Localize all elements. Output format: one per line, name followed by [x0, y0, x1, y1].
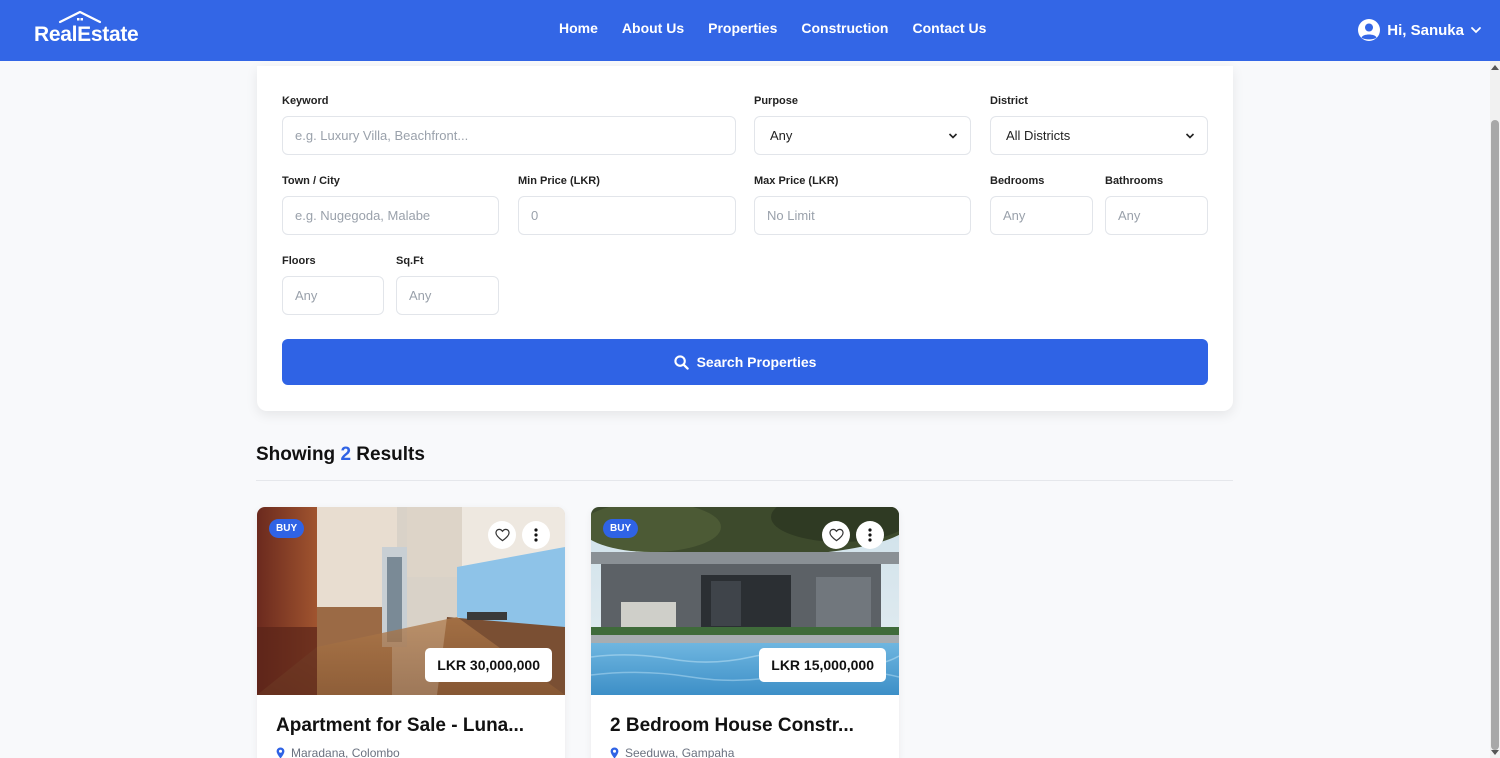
district-select[interactable]: All Districts — [990, 116, 1208, 155]
property-image-kitchen[interactable]: BUY LKR 30,000,000 — [257, 507, 565, 695]
results-divider — [256, 480, 1233, 481]
purpose-field: Purpose Any — [754, 95, 971, 155]
nav-link-properties[interactable]: Properties — [708, 20, 777, 36]
bathrooms-input[interactable]: Any — [1105, 196, 1208, 235]
brand-logo[interactable]: RealEstate — [34, 10, 144, 50]
user-menu[interactable]: Hi, Sanuka — [1357, 18, 1482, 42]
main-nav: Home About Us Properties Construction Co… — [559, 20, 986, 36]
max-price-label: Max Price (LKR) — [754, 175, 839, 187]
top-navbar: RealEstate Home About Us Properties Cons… — [0, 0, 1500, 61]
listing-type-badge: BUY — [603, 519, 639, 538]
purpose-select[interactable]: Any — [754, 116, 971, 155]
search-filter-panel: Keyword e.g. Luxury Villa, Beachfront...… — [257, 66, 1233, 411]
results-heading: Showing 2 Results — [256, 444, 425, 466]
nav-link-home[interactable]: Home — [559, 20, 598, 36]
district-value: All Districts — [1006, 128, 1071, 143]
property-card[interactable]: BUY LKR 30,000,000 Apartment for Sale - … — [257, 507, 565, 758]
property-card[interactable]: BUY LKR 15,000,000 2 Bedroom House Const… — [591, 507, 899, 758]
user-greeting: Hi, Sanuka — [1387, 21, 1464, 39]
max-price-input[interactable]: No Limit — [754, 196, 971, 235]
min-price-label: Min Price (LKR) — [518, 175, 600, 187]
favorite-button[interactable] — [488, 521, 516, 549]
search-button-label: Search Properties — [696, 354, 817, 370]
purpose-label: Purpose — [754, 95, 799, 107]
floors-label: Floors — [282, 255, 316, 267]
property-location: Seeduwa, Gampaha — [610, 746, 734, 758]
house-roof-icon — [58, 10, 102, 24]
keyword-field: Keyword e.g. Luxury Villa, Beachfront... — [282, 95, 736, 155]
chevron-down-icon — [1471, 27, 1481, 34]
keyword-input[interactable]: e.g. Luxury Villa, Beachfront... — [282, 116, 736, 155]
heart-icon — [828, 528, 844, 542]
scroll-up-arrow-icon[interactable] — [1491, 65, 1499, 70]
results-count: 2 — [340, 444, 352, 465]
location-text: Seeduwa, Gampaha — [625, 746, 735, 758]
property-image-house[interactable]: BUY LKR 15,000,000 — [591, 507, 899, 695]
sqft-input[interactable]: Any — [396, 276, 499, 315]
property-title[interactable]: 2 Bedroom House Constr... — [610, 715, 885, 737]
nav-link-construction[interactable]: Construction — [801, 20, 888, 36]
purpose-value: Any — [770, 128, 793, 143]
nav-link-contact[interactable]: Contact Us — [912, 20, 986, 36]
district-field: District All Districts — [990, 95, 1208, 155]
map-pin-icon — [610, 747, 619, 758]
min-price-input[interactable]: 0 — [518, 196, 736, 235]
town-field: Town / City e.g. Nugegoda, Malabe — [282, 175, 499, 235]
town-label: Town / City — [282, 175, 340, 187]
search-properties-button[interactable]: Search Properties — [282, 339, 1208, 385]
bathrooms-field: Bathrooms Any — [1105, 175, 1208, 235]
max-price-field: Max Price (LKR) No Limit — [754, 175, 971, 235]
more-vertical-icon — [534, 528, 538, 542]
sqft-field: Sq.Ft Any — [396, 255, 499, 315]
chevron-down-icon — [948, 132, 958, 139]
price-tag: LKR 15,000,000 — [759, 648, 886, 682]
search-icon — [673, 354, 689, 370]
more-options-button[interactable] — [856, 521, 884, 549]
bedrooms-input[interactable]: Any — [990, 196, 1093, 235]
nav-link-about[interactable]: About Us — [622, 20, 684, 36]
brand-name: RealEstate — [34, 23, 139, 46]
min-price-field: Min Price (LKR) 0 — [518, 175, 736, 235]
district-label: District — [990, 95, 1028, 107]
more-vertical-icon — [868, 528, 872, 542]
floors-field: Floors Any — [282, 255, 384, 315]
favorite-button[interactable] — [822, 521, 850, 549]
more-options-button[interactable] — [522, 521, 550, 549]
location-text: Maradana, Colombo — [291, 746, 400, 758]
bedrooms-field: Bedrooms Any — [990, 175, 1093, 235]
results-prefix: Showing — [256, 444, 336, 465]
property-location: Maradana, Colombo — [276, 746, 400, 758]
sqft-label: Sq.Ft — [396, 255, 424, 267]
bathrooms-label: Bathrooms — [1105, 175, 1164, 187]
scrollbar-thumb[interactable] — [1491, 120, 1499, 750]
keyword-label: Keyword — [282, 95, 329, 107]
chevron-down-icon — [1185, 132, 1195, 139]
bedrooms-label: Bedrooms — [990, 175, 1045, 187]
floors-input[interactable]: Any — [282, 276, 384, 315]
user-avatar-icon — [1358, 19, 1381, 41]
map-pin-icon — [276, 747, 285, 758]
property-title[interactable]: Apartment for Sale - Luna... — [276, 715, 551, 737]
listing-type-badge: BUY — [269, 519, 305, 538]
town-input[interactable]: e.g. Nugegoda, Malabe — [282, 196, 499, 235]
results-suffix: Results — [356, 444, 425, 465]
scroll-down-arrow-icon[interactable] — [1491, 750, 1499, 755]
price-tag: LKR 30,000,000 — [425, 648, 552, 682]
heart-icon — [494, 528, 510, 542]
